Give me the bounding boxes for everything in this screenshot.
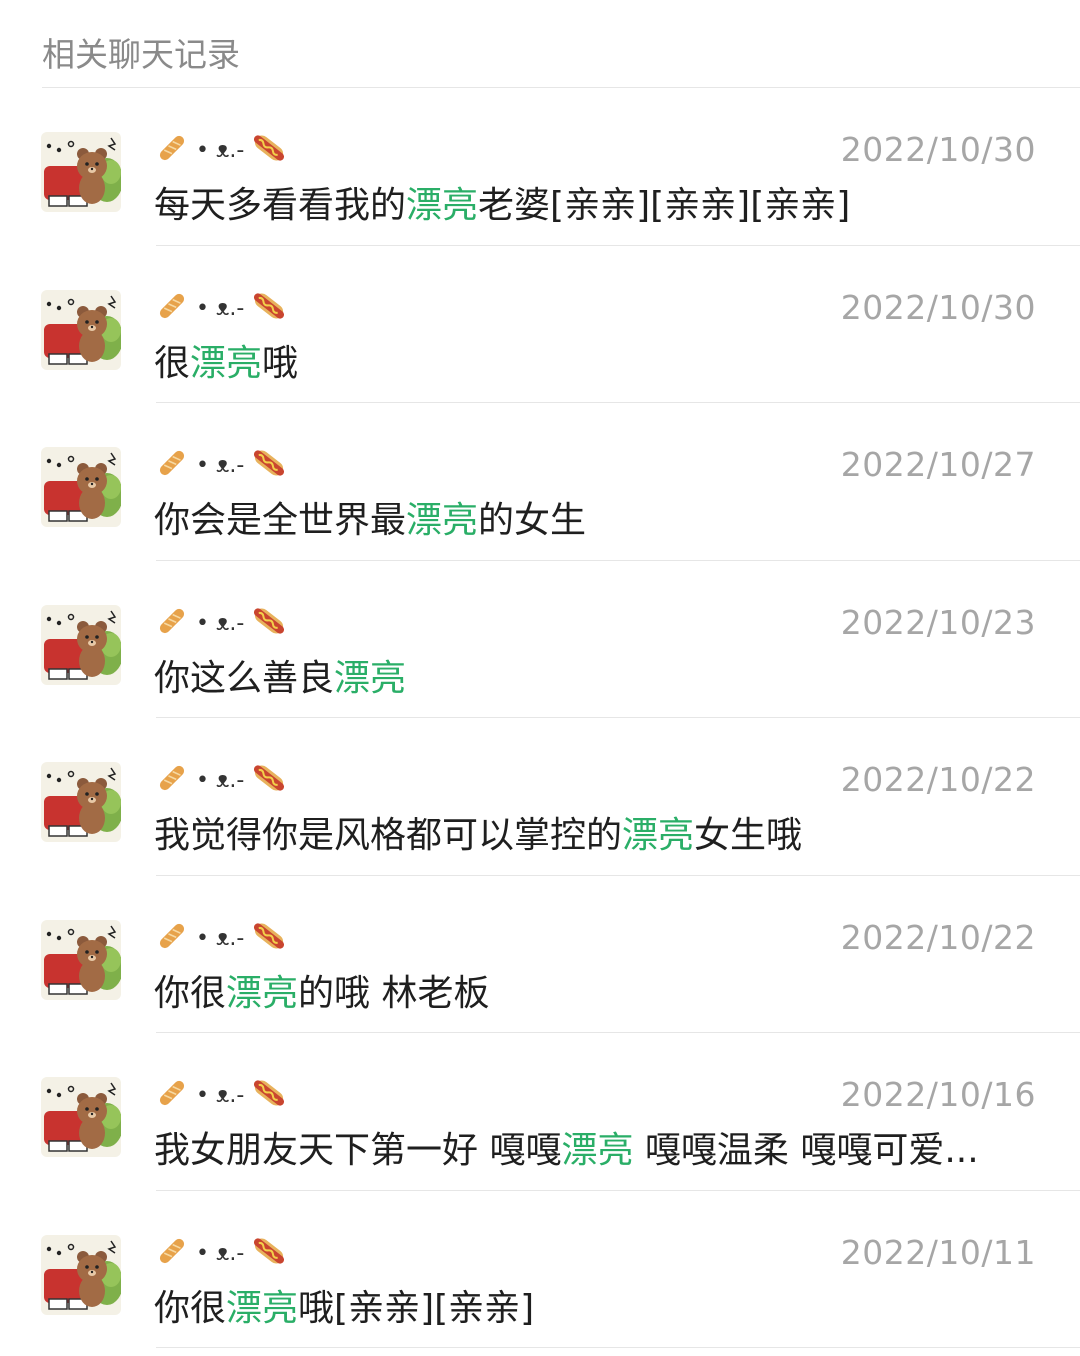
snippet-after: 老婆[亲亲][亲亲][亲亲] xyxy=(478,185,851,226)
snippet-after: 的哦 林老板 xyxy=(298,972,490,1014)
sender-name: • ᴥ.- xyxy=(154,288,288,328)
sender-name-text: • ᴥ.- xyxy=(196,610,245,636)
chat-record-item[interactable]: • ᴥ.- 2022/10/16 我女朋友天下第一好 嘎嘎漂亮 嘎嘎温柔 嘎嘎可… xyxy=(0,1033,1080,1191)
baguette-icon xyxy=(154,130,190,170)
search-match-highlight: 漂亮 xyxy=(226,1287,299,1329)
sender-name: • ᴥ.- xyxy=(154,760,288,800)
chat-record-list: • ᴥ.- 2022/10/30 每天多看看我的漂亮老婆[亲亲][亲亲][亲亲] xyxy=(0,88,1080,1348)
sender-name: • ᴥ.- xyxy=(154,603,288,643)
hotdog-icon xyxy=(250,1075,288,1115)
message-snippet: 我女朋友天下第一好 嘎嘎漂亮 嘎嘎温柔 嘎嘎可爱... xyxy=(154,1121,979,1173)
baguette-icon xyxy=(154,603,190,643)
baguette-icon xyxy=(154,288,190,328)
message-snippet: 你会是全世界最漂亮的女生 xyxy=(154,491,586,543)
hotdog-icon xyxy=(250,603,288,643)
search-match-highlight: 漂亮 xyxy=(190,342,263,384)
sender-name: • ᴥ.- xyxy=(154,918,288,958)
search-match-highlight: 漂亮 xyxy=(561,1130,634,1171)
chat-record-item[interactable]: • ᴥ.- 2022/10/23 你这么善良漂亮 xyxy=(0,561,1080,718)
message-snippet: 你很漂亮哦[亲亲][亲亲] xyxy=(154,1279,534,1331)
sender-name: • ᴥ.- xyxy=(154,1075,288,1115)
sender-name-text: • ᴥ.- xyxy=(196,768,245,793)
chat-record-item[interactable]: • ᴥ.- 2022/10/22 你很漂亮的哦 林老板 xyxy=(0,876,1080,1033)
hotdog-icon xyxy=(250,760,288,800)
sender-name: • ᴥ.- xyxy=(154,1233,288,1273)
snippet-after: 的女生 xyxy=(478,500,587,541)
snippet-after: 哦[亲亲][亲亲] xyxy=(298,1287,535,1329)
sender-name: • ᴥ.- xyxy=(154,130,288,170)
baguette-icon xyxy=(154,918,190,958)
chat-record-item[interactable]: • ᴥ.- 2022/10/22 我觉得你是风格都可以掌控的漂亮女生哦 xyxy=(0,718,1080,876)
hotdog-icon xyxy=(250,130,288,170)
snippet-before: 我觉得你是风格都可以掌控的 xyxy=(154,815,623,856)
avatar xyxy=(41,762,121,842)
message-snippet: 你这么善良漂亮 xyxy=(154,649,406,701)
hotdog-icon xyxy=(250,918,288,958)
chat-record-item[interactable]: • ᴥ.- 2022/10/11 你很漂亮哦[亲亲][亲亲] xyxy=(0,1191,1080,1348)
sender-name: • ᴥ.- xyxy=(154,445,288,485)
avatar xyxy=(41,1077,121,1157)
snippet-after: 女生哦 xyxy=(694,815,803,856)
chat-record-item[interactable]: • ᴥ.- 2022/10/30 很漂亮哦 xyxy=(0,246,1080,403)
avatar xyxy=(41,919,121,1000)
message-date: 2022/10/23 xyxy=(840,602,1036,642)
divider xyxy=(156,1347,1080,1348)
snippet-before: 每天多看看我的 xyxy=(154,185,407,226)
message-snippet: 每天多看看我的漂亮老婆[亲亲][亲亲][亲亲] xyxy=(154,176,850,228)
message-date: 2022/10/30 xyxy=(840,130,1036,169)
sender-name-text: • ᴥ.- xyxy=(196,1083,245,1108)
message-snippet: 你很漂亮的哦 林老板 xyxy=(154,964,489,1016)
avatar xyxy=(41,289,121,370)
search-match-highlight: 漂亮 xyxy=(226,972,299,1014)
hotdog-icon xyxy=(250,1233,288,1273)
message-date: 2022/10/30 xyxy=(840,287,1036,327)
sender-name-text: • ᴥ.- xyxy=(196,925,245,951)
avatar xyxy=(41,447,121,527)
avatar xyxy=(41,1234,121,1315)
hotdog-icon xyxy=(250,445,288,485)
search-match-highlight: 漂亮 xyxy=(622,815,695,856)
chat-record-item[interactable]: • ᴥ.- 2022/10/27 你会是全世界最漂亮的女生 xyxy=(0,403,1080,561)
baguette-icon xyxy=(154,1075,190,1115)
message-date: 2022/10/11 xyxy=(840,1232,1036,1272)
section-title: 相关聊天记录 xyxy=(0,0,1080,88)
snippet-before: 你这么善良 xyxy=(154,657,335,699)
snippet-after: 哦 xyxy=(262,342,299,384)
search-match-highlight: 漂亮 xyxy=(406,185,479,226)
message-date: 2022/10/27 xyxy=(840,445,1036,484)
baguette-icon xyxy=(154,760,190,800)
message-snippet: 我觉得你是风格都可以掌控的漂亮女生哦 xyxy=(154,806,802,858)
search-results-page: 相关聊天记录 • ᴥ.- 2022/10/30 每天多看看我的漂亮老婆[亲亲][… xyxy=(0,0,1080,1356)
snippet-before: 你很 xyxy=(154,1287,227,1329)
message-date: 2022/10/16 xyxy=(840,1075,1036,1114)
message-date: 2022/10/22 xyxy=(840,917,1036,957)
search-match-highlight: 漂亮 xyxy=(334,657,407,699)
sender-name-text: • ᴥ.- xyxy=(196,1240,245,1266)
sender-name-text: • ᴥ.- xyxy=(196,295,245,321)
snippet-after: 嘎嘎温柔 嘎嘎可爱... xyxy=(633,1130,979,1171)
baguette-icon xyxy=(154,445,190,485)
snippet-before: 你很 xyxy=(154,972,227,1014)
avatar xyxy=(41,604,121,685)
snippet-before: 你会是全世界最 xyxy=(154,500,407,541)
baguette-icon xyxy=(154,1233,190,1273)
sender-name-text: • ᴥ.- xyxy=(196,138,245,163)
message-snippet: 很漂亮哦 xyxy=(154,334,298,386)
message-date: 2022/10/22 xyxy=(840,760,1036,799)
snippet-before: 很 xyxy=(154,342,191,384)
search-match-highlight: 漂亮 xyxy=(406,500,479,541)
avatar xyxy=(41,132,121,212)
chat-record-item[interactable]: • ᴥ.- 2022/10/30 每天多看看我的漂亮老婆[亲亲][亲亲][亲亲] xyxy=(0,88,1080,246)
sender-name-text: • ᴥ.- xyxy=(196,453,245,478)
hotdog-icon xyxy=(250,288,288,328)
snippet-before: 我女朋友天下第一好 嘎嘎 xyxy=(154,1130,562,1171)
